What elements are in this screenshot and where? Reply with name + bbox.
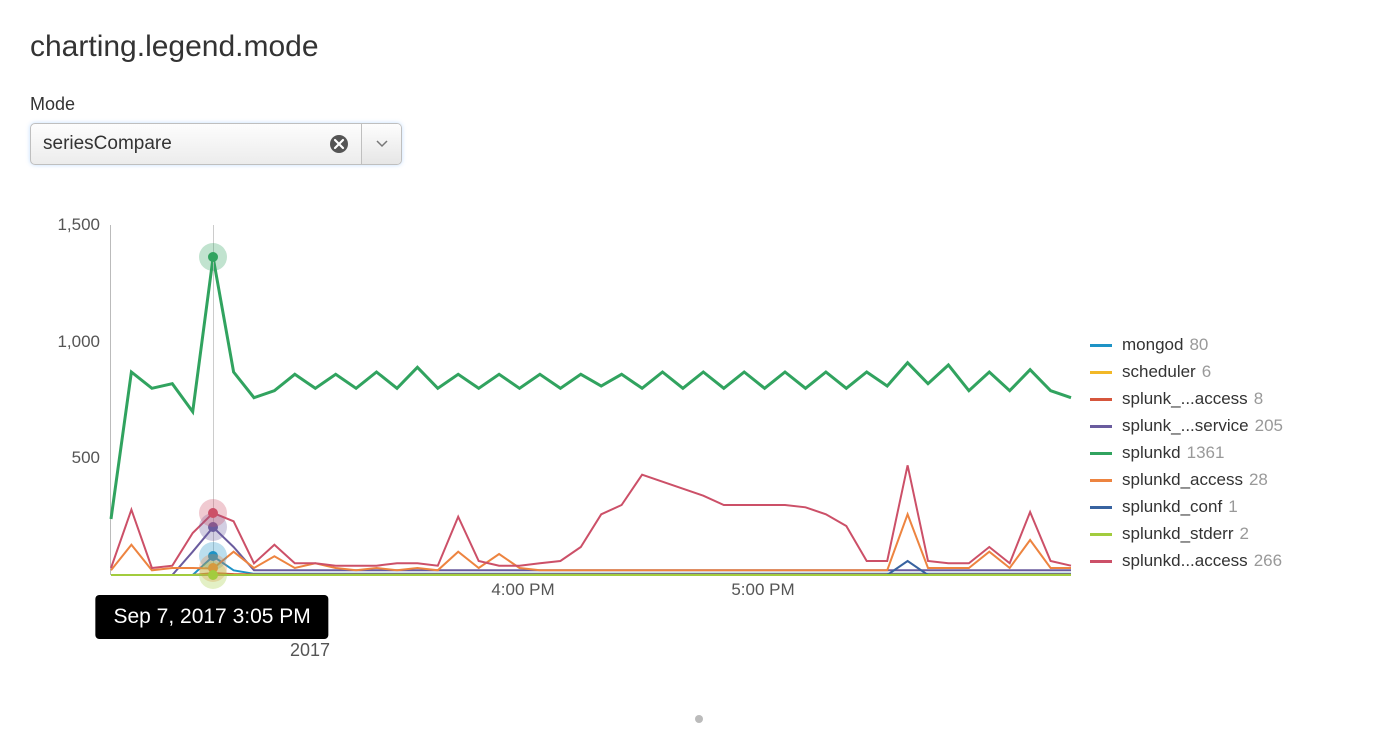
chart[interactable]: 5001,0001,500 4:00 PM5:00 PM 2017 Sep 7,…	[30, 225, 1070, 685]
series-line[interactable]	[111, 257, 1071, 519]
chevron-down-icon[interactable]	[361, 124, 401, 164]
legend-swatch	[1090, 398, 1112, 401]
legend-value: 205	[1255, 416, 1283, 436]
legend-value: 2	[1240, 524, 1249, 544]
legend-swatch	[1090, 344, 1112, 347]
legend-value: 28	[1249, 470, 1268, 490]
legend-swatch	[1090, 479, 1112, 482]
legend-swatch	[1090, 425, 1112, 428]
legend-label: scheduler	[1122, 362, 1196, 382]
hover-dot	[208, 570, 218, 580]
clear-icon[interactable]	[329, 134, 349, 154]
series-line[interactable]	[111, 465, 1071, 568]
mode-label: Mode	[30, 94, 1368, 115]
legend-label: splunk_...service	[1122, 416, 1249, 436]
hover-tooltip: Sep 7, 2017 3:05 PM	[95, 595, 328, 639]
legend-item[interactable]: mongod 80	[1090, 335, 1283, 355]
legend-value: 8	[1254, 389, 1263, 409]
page-title: charting.legend.mode	[30, 30, 1368, 64]
legend-value: 1361	[1187, 443, 1225, 463]
legend-label: splunkd...access	[1122, 551, 1248, 571]
legend-item[interactable]: splunkd_access 28	[1090, 470, 1283, 490]
hover-dot	[208, 252, 218, 262]
x-axis-sublabel: 2017	[290, 640, 330, 661]
legend-item[interactable]: splunkd_conf 1	[1090, 497, 1283, 517]
hover-dot	[208, 508, 218, 518]
legend-value: 6	[1202, 362, 1211, 382]
legend-label: splunkd_stderr	[1122, 524, 1234, 544]
legend-swatch	[1090, 452, 1112, 455]
legend-label: splunkd_access	[1122, 470, 1243, 490]
legend-item[interactable]: splunk_...service 205	[1090, 416, 1283, 436]
legend-item[interactable]: splunkd 1361	[1090, 443, 1283, 463]
legend-value: 1	[1228, 497, 1237, 517]
legend-item[interactable]: scheduler 6	[1090, 362, 1283, 382]
legend-swatch	[1090, 506, 1112, 509]
x-tick: 4:00 PM	[491, 580, 554, 600]
legend-item[interactable]: splunkd_stderr 2	[1090, 524, 1283, 544]
series-line[interactable]	[111, 575, 1071, 576]
legend-swatch	[1090, 371, 1112, 374]
legend-value: 80	[1189, 335, 1208, 355]
mode-dropdown[interactable]: seriesCompare	[30, 123, 402, 165]
legend-item[interactable]: splunkd...access 266	[1090, 551, 1283, 571]
y-tick: 500	[30, 448, 110, 468]
legend-label: splunk_...access	[1122, 389, 1248, 409]
legend-label: splunkd	[1122, 443, 1181, 463]
x-tick: 5:00 PM	[731, 580, 794, 600]
legend: mongod80scheduler6splunk_...access8splun…	[1090, 335, 1283, 578]
plot-area[interactable]	[110, 225, 1070, 575]
legend-label: splunkd_conf	[1122, 497, 1222, 517]
pager-dot[interactable]	[695, 715, 703, 723]
mode-dropdown-value: seriesCompare	[43, 133, 172, 155]
legend-item[interactable]: splunk_...access 8	[1090, 389, 1283, 409]
y-tick: 1,500	[30, 215, 110, 235]
legend-label: mongod	[1122, 335, 1183, 355]
legend-swatch	[1090, 560, 1112, 563]
legend-swatch	[1090, 533, 1112, 536]
legend-value: 266	[1254, 551, 1282, 571]
y-tick: 1,000	[30, 332, 110, 352]
